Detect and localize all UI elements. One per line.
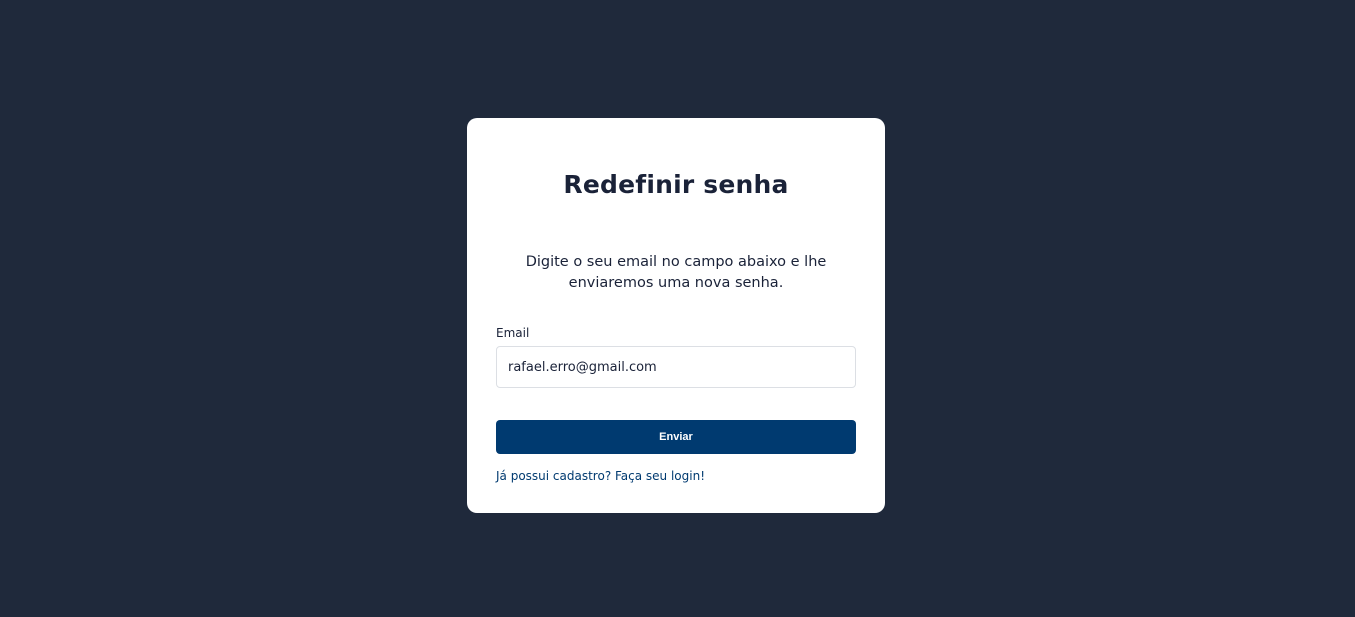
instructions-text: Digite o seu email no campo abaixo e lhe…: [525, 254, 827, 291]
reset-password-card: Redefinir senha Digite o seu email no ca…: [467, 118, 885, 513]
page-title: Redefinir senha: [563, 170, 789, 199]
email-field[interactable]: [496, 346, 856, 388]
login-link[interactable]: Já possui cadastro? Faça seu login!: [496, 469, 705, 483]
email-label: Email: [496, 326, 530, 340]
submit-button[interactable]: Enviar: [496, 420, 856, 454]
